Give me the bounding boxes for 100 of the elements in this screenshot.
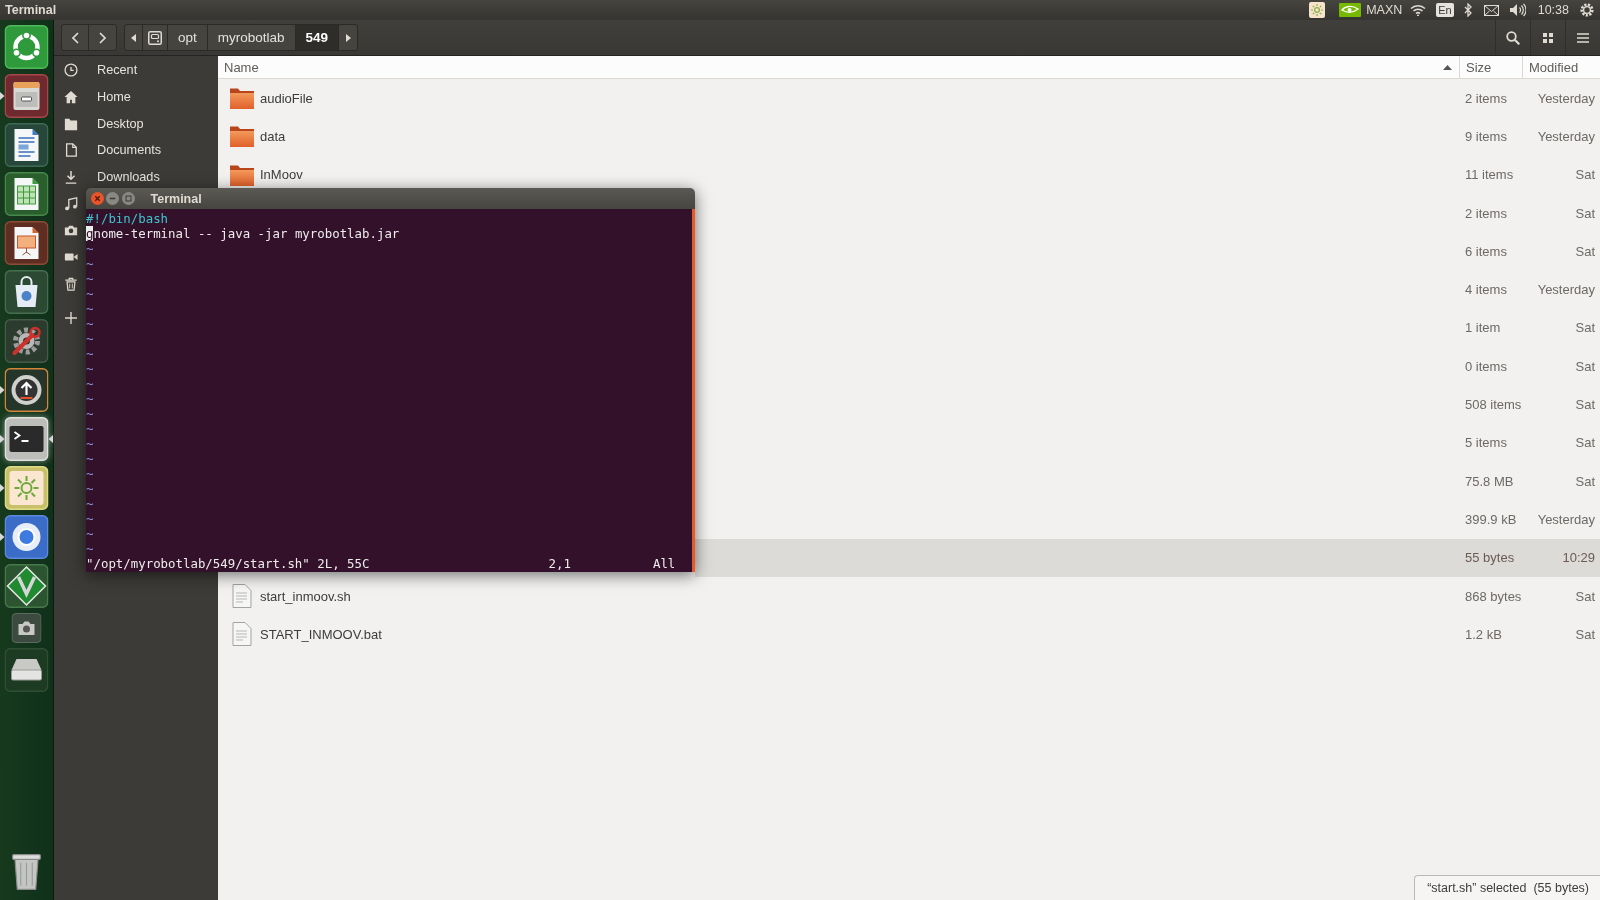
empty-line-marker: ~ — [86, 451, 95, 466]
file-name: data — [260, 128, 286, 144]
file-modified: Yesterday — [1536, 282, 1596, 298]
file-name: start_inmoov.sh — [260, 588, 351, 604]
sort-ascending-icon — [1442, 64, 1452, 70]
text-file-icon — [232, 584, 252, 608]
column-header[interactable]: Size — [1459, 56, 1522, 78]
file-size: 4 items — [1464, 282, 1508, 298]
wifi-icon[interactable] — [1410, 3, 1427, 17]
sidebar-item[interactable]: Home — [54, 83, 218, 111]
envelope-icon[interactable] — [1483, 4, 1499, 16]
file-row[interactable]: 1 item Sat — [695, 308, 1600, 348]
sidebar-item[interactable]: Documents — [54, 137, 218, 164]
code-line: gnome-terminal -- java -jar myrobotlab.jar — [86, 226, 401, 241]
close-icon[interactable] — [90, 192, 104, 205]
file-row[interactable]: 399.9 kB Yesterday — [695, 500, 1600, 539]
column-header[interactable]: Modified — [1522, 56, 1600, 78]
empty-line-marker: ~ — [86, 466, 95, 481]
triangle-left-icon — [131, 33, 136, 42]
file-row[interactable]: 6 items Sat — [695, 232, 1600, 271]
file-size: 0 items — [1464, 358, 1508, 374]
empty-line-marker: ~ — [86, 271, 95, 286]
file-size: 5 items — [1464, 435, 1508, 451]
file-row[interactable]: 75.8 MB Sat — [695, 461, 1600, 501]
file-row[interactable]: 4 items Yesterday — [695, 270, 1600, 309]
terminal-icon[interactable] — [0, 417, 53, 461]
empty-line-marker: ~ — [86, 511, 95, 526]
app-title: Terminal — [5, 3, 58, 17]
plus-icon[interactable] — [64, 311, 77, 324]
folder-icon — [63, 116, 78, 131]
file-size: 868 bytes — [1464, 588, 1522, 604]
camera-icon[interactable] — [63, 223, 78, 238]
menu-icon — [1577, 32, 1589, 43]
speaker-icon[interactable] — [1508, 3, 1526, 17]
file-size: 2 items — [1464, 205, 1508, 221]
file-modified: Sat — [1574, 473, 1596, 489]
file-modified: Sat — [1574, 397, 1596, 412]
music-note-icon[interactable] — [63, 196, 78, 211]
file-name: InMoov — [260, 167, 303, 183]
code-line: #!/bin/bash — [86, 211, 170, 226]
empty-line-marker: ~ — [86, 541, 95, 556]
empty-line-marker: ~ — [86, 241, 95, 256]
sidebar-item[interactable]: Desktop — [54, 110, 218, 138]
bluetooth-icon[interactable] — [1463, 3, 1472, 17]
file-modified: Sat — [1574, 626, 1596, 642]
empty-line-marker: ~ — [86, 436, 95, 451]
file-row[interactable]: 0 items Sat — [695, 347, 1600, 386]
file-row[interactable]: 5 items Sat — [695, 423, 1600, 462]
file-size: 1.2 kB — [1464, 626, 1503, 642]
file-row[interactable]: InMoov 11 items Sat — [218, 155, 1600, 194]
file-size: 55 bytes — [1464, 550, 1516, 566]
keyboard-layout-indicator[interactable]: En — [1436, 3, 1454, 17]
text-file-icon — [232, 622, 252, 647]
chevron-left-icon — [71, 31, 79, 44]
file-row[interactable]: 508 items Sat — [695, 385, 1600, 424]
empty-line-marker: ~ — [86, 391, 95, 406]
file-size: 75.8 MB — [1464, 473, 1515, 489]
maximize-icon[interactable] — [121, 192, 135, 205]
file-modified: Sat — [1574, 320, 1596, 336]
drive-icon — [148, 30, 162, 45]
column-header[interactable]: Name — [218, 56, 1459, 78]
trash-icon[interactable] — [63, 276, 78, 291]
empty-line-marker: ~ — [86, 526, 95, 541]
file-row[interactable]: 55 bytes 10:29 — [695, 538, 1600, 577]
path-segment[interactable]: myrobotlab — [207, 25, 296, 50]
file-size: 508 items — [1464, 397, 1522, 412]
file-size: 2 items — [1464, 90, 1508, 106]
home-icon — [63, 90, 78, 105]
empty-line-marker: ~ — [86, 316, 95, 331]
file-size: 399.9 kB — [1464, 511, 1518, 527]
file-name: START_INMOOV.bat — [260, 626, 382, 642]
file-row[interactable]: audioFile 2 items Yesterday — [218, 79, 1600, 118]
cursor-position: 2,1 — [548, 556, 572, 571]
file-row[interactable]: 2 items Sat — [695, 193, 1600, 233]
scroll-position: All — [652, 556, 677, 571]
status-message: “start.sh” selected (55 bytes) — [1414, 875, 1600, 900]
power-mode-label[interactable]: MAXN — [1366, 3, 1403, 17]
sidebar-item[interactable]: Downloads — [54, 163, 218, 191]
file-modified: Sat — [1574, 167, 1596, 183]
grid-icon — [1543, 32, 1553, 43]
minimize-icon[interactable] — [106, 192, 119, 205]
file-modified: Sat — [1574, 588, 1596, 604]
file-size: 6 items — [1464, 243, 1508, 259]
gear-icon[interactable] — [1580, 3, 1594, 17]
empty-line-marker: ~ — [86, 301, 95, 316]
sidebar-item[interactable]: Recent — [54, 57, 218, 84]
empty-line-marker: ~ — [86, 406, 95, 421]
download-icon — [63, 170, 78, 185]
path-segment[interactable]: 549 — [295, 25, 340, 50]
eye-logo-icon[interactable] — [1339, 3, 1362, 17]
folder-icon — [230, 87, 254, 110]
sun-icon[interactable] — [1309, 2, 1326, 18]
clock[interactable]: 10:38 — [1537, 3, 1569, 17]
path-segment[interactable]: opt — [168, 25, 208, 50]
empty-line-marker: ~ — [86, 286, 95, 301]
file-modified: Sat — [1574, 435, 1596, 451]
file-row[interactable]: start_inmoov.sh 868 bytes Sat — [218, 576, 1600, 616]
file-row[interactable]: START_INMOOV.bat 1.2 kB Sat — [218, 615, 1600, 654]
folder-icon — [230, 125, 254, 148]
file-row[interactable]: data 9 items Yesterday — [218, 117, 1600, 156]
